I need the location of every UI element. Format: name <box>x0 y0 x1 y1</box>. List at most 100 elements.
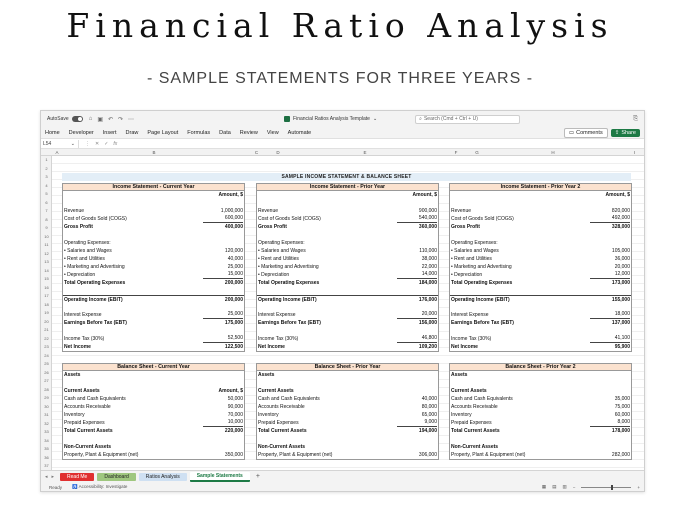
table-row[interactable]: Non-Current Assets <box>63 443 244 451</box>
blank-row[interactable] <box>63 303 244 311</box>
table-row[interactable]: Prepaid Expenses 8,000 <box>450 419 631 427</box>
table-row[interactable]: Interest Expense 25,000 <box>63 311 244 319</box>
table-row[interactable]: Non-Current Assets <box>257 443 438 451</box>
zoom-slider[interactable] <box>581 484 632 490</box>
column-header-h[interactable]: H <box>483 150 623 155</box>
table-row[interactable]: Total Current Assets 220,000 <box>63 427 244 435</box>
column-header-f[interactable]: F <box>441 150 471 155</box>
table-row[interactable]: Total Operating Expenses 184,000 <box>257 279 438 287</box>
row-header[interactable]: 16 <box>41 284 52 292</box>
table-row[interactable]: Interest Expense 18,000 <box>450 311 631 319</box>
panel-heading[interactable]: Income Statement - Prior Year 2 <box>449 183 632 191</box>
table-row[interactable]: Operating Income (EBIT) 176,000 <box>257 295 438 303</box>
table-row[interactable]: Cost of Goods Sold (COGS) 540,000 <box>257 215 438 223</box>
table-row[interactable]: Operating Expenses: <box>63 239 244 247</box>
tab-sample-statements[interactable]: Sample Statements <box>189 471 250 482</box>
blank-row[interactable] <box>450 287 631 295</box>
table-row[interactable]: Operating Expenses: <box>450 239 631 247</box>
panel-heading[interactable]: Balance Sheet - Prior Year 2 <box>449 363 632 371</box>
table-row[interactable]: • Marketing and Advertising 22,000 <box>257 263 438 271</box>
add-sheet-icon[interactable]: + <box>256 473 260 480</box>
blank-row[interactable] <box>257 303 438 311</box>
table-row[interactable]: • Salaries and Wages 120,000 <box>63 247 244 255</box>
table-row[interactable]: Revenue 1,000,000 <box>63 207 244 215</box>
row-header[interactable]: 26 <box>41 369 52 377</box>
zoom-in-icon[interactable]: + <box>637 485 640 490</box>
table-row[interactable]: • Salaries and Wages 110,000 <box>257 247 438 255</box>
row-header[interactable]: 10 <box>41 233 52 241</box>
table-row[interactable]: Earnings Before Tax (EBT) 175,000 <box>63 319 244 327</box>
undo-icon[interactable]: ↶ <box>108 116 113 123</box>
confirm-icon[interactable]: ✓ <box>104 141 108 147</box>
row-header[interactable]: 37 <box>41 462 52 470</box>
row-header[interactable]: 9 <box>41 224 52 232</box>
row-header[interactable]: 13 <box>41 258 52 266</box>
table-row[interactable]: Property, Plant & Equipment (net) 350,000 <box>63 451 244 459</box>
panel-heading[interactable]: Balance Sheet - Prior Year <box>256 363 439 371</box>
blank-row[interactable] <box>257 435 438 443</box>
row-header[interactable]: 24 <box>41 352 52 360</box>
panel-heading[interactable]: Income Statement - Current Year <box>62 183 245 191</box>
table-row[interactable]: Revenue 820,000 <box>450 207 631 215</box>
blank-row[interactable] <box>450 303 631 311</box>
table-row[interactable]: • Rent and Utilities 38,000 <box>257 255 438 263</box>
row-header[interactable]: 2 <box>41 165 52 173</box>
table-row[interactable]: Inventory 65,000 <box>257 411 438 419</box>
blank-row[interactable] <box>450 199 631 207</box>
ribbon-tab-insert[interactable]: Insert <box>103 130 117 136</box>
table-row[interactable]: Property, Plant & Equipment (net) 282,000 <box>450 451 631 459</box>
table-row[interactable]: Inventory 60,000 <box>450 411 631 419</box>
column-header-c[interactable]: C <box>246 150 267 155</box>
blank-row[interactable] <box>450 327 631 335</box>
row-header[interactable]: 15 <box>41 275 52 283</box>
ribbon-tab-view[interactable]: View <box>267 130 279 136</box>
panel-heading[interactable]: Balance Sheet - Current Year <box>62 363 245 371</box>
search-input[interactable]: ⌕ Search (Cmd + Ctrl + U) <box>415 114 521 124</box>
table-row[interactable]: Net Income 95,900 <box>450 343 631 351</box>
table-row[interactable]: Assets <box>63 371 244 379</box>
table-row[interactable]: Cost of Goods Sold (COGS) 600,000 <box>63 215 244 223</box>
tab-ratios-analysis[interactable]: Ratios Analysis <box>138 472 187 481</box>
table-row[interactable]: Assets <box>257 371 438 379</box>
table-row[interactable]: Net Income 122,500 <box>63 343 244 351</box>
row-header[interactable]: 28 <box>41 386 52 394</box>
next-sheet-icon[interactable]: ▸ <box>52 474 55 480</box>
page-layout-icon[interactable]: ▤ <box>552 484 556 490</box>
row-header[interactable]: 25 <box>41 360 52 368</box>
blank-row[interactable] <box>257 199 438 207</box>
row-header[interactable]: 1 <box>41 156 52 164</box>
table-row[interactable]: Prepaid Expenses 9,000 <box>257 419 438 427</box>
table-row[interactable]: • Rent and Utilities 40,000 <box>63 255 244 263</box>
table-row[interactable]: • Depreciation 14,000 <box>257 271 438 279</box>
table-row[interactable]: Non-Current Assets <box>450 443 631 451</box>
row-header[interactable]: 23 <box>41 343 52 351</box>
normal-view-icon[interactable]: ▦ <box>542 484 546 490</box>
blank-row[interactable] <box>450 379 631 387</box>
row-header[interactable]: 27 <box>41 377 52 385</box>
amount-header-row[interactable]: Amount, $ <box>257 191 438 199</box>
table-row[interactable]: Current Assets <box>257 387 438 395</box>
amount-header-row[interactable]: Amount, $ <box>63 191 244 199</box>
table-row[interactable]: Earnings Before Tax (EBT) 137,000 <box>450 319 631 327</box>
row-header[interactable]: 14 <box>41 267 52 275</box>
table-row[interactable]: Accounts Receivable 80,000 <box>257 403 438 411</box>
blank-row[interactable] <box>257 287 438 295</box>
ribbon-tab-page-layout[interactable]: Page Layout <box>147 130 178 136</box>
share-button[interactable]: ⇪ Share <box>610 128 640 137</box>
table-row[interactable]: • Salaries and Wages 105,000 <box>450 247 631 255</box>
column-header-d[interactable]: D <box>267 150 289 155</box>
row-header[interactable]: 4 <box>41 182 52 190</box>
table-row[interactable]: Inventory 70,000 <box>63 411 244 419</box>
blank-row[interactable] <box>63 287 244 295</box>
blank-row[interactable] <box>450 435 631 443</box>
table-row[interactable]: Income Tax (30%) 46,800 <box>257 335 438 343</box>
save-icon[interactable]: ▣ <box>97 116 103 123</box>
function-icon[interactable]: fx <box>113 141 117 147</box>
ribbon-tab-developer[interactable]: Developer <box>69 130 94 136</box>
row-header[interactable]: 34 <box>41 437 52 445</box>
blank-row[interactable] <box>63 327 244 335</box>
ribbon-tab-automate[interactable]: Automate <box>288 130 312 136</box>
table-row[interactable]: Cash and Cash Equivalents 40,000 <box>257 395 438 403</box>
row-header[interactable]: 20 <box>41 318 52 326</box>
row-header[interactable]: 17 <box>41 292 52 300</box>
